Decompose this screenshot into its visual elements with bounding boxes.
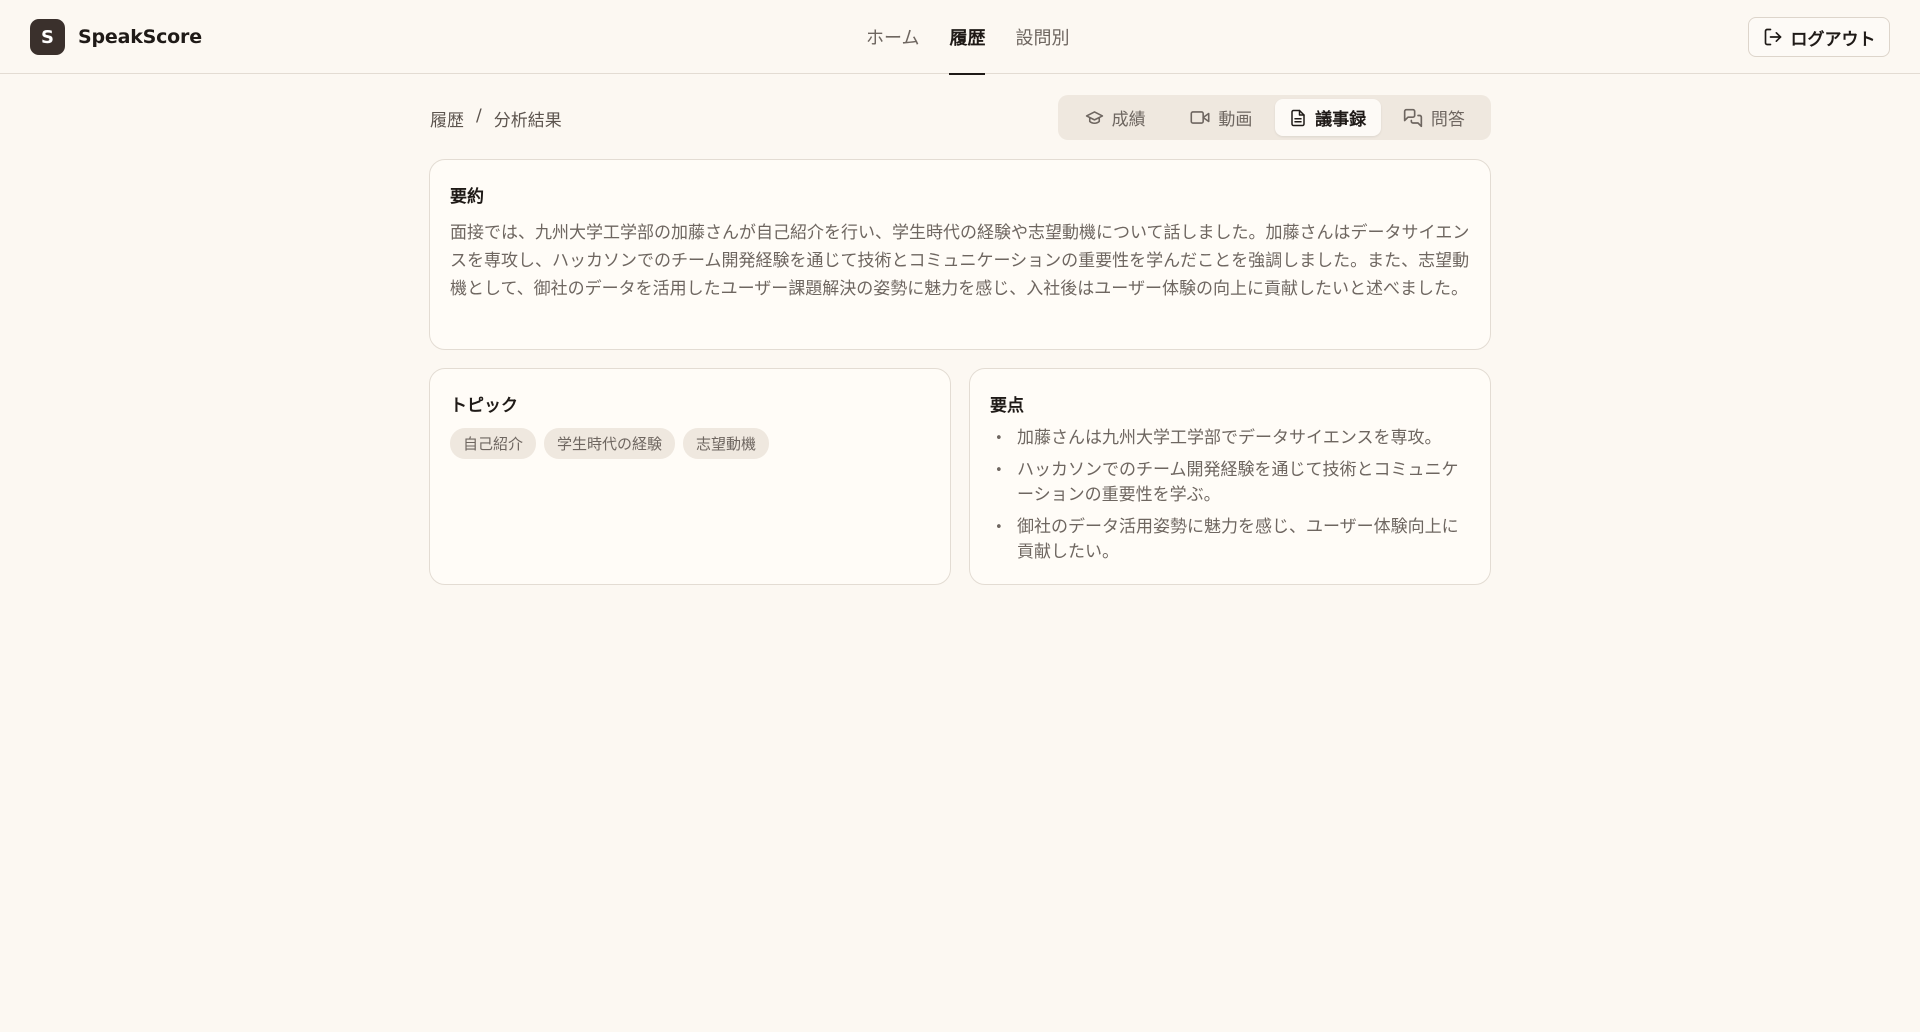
brand-name: SpeakScore [78, 26, 202, 48]
topic-chip: 自己紹介 [450, 428, 537, 459]
tab-grades-label: 成績 [1111, 110, 1146, 130]
breadcrumb: 履歴 / 分析結果 [430, 106, 562, 131]
breadcrumb-current: 分析結果 [493, 111, 562, 131]
brand[interactable]: S SpeakScore [30, 19, 202, 55]
chat-icon [1403, 108, 1423, 128]
topic-chip: 学生時代の経験 [544, 428, 676, 459]
tab-qa-label: 問答 [1430, 110, 1465, 130]
tab-video[interactable]: 動画 [1168, 99, 1274, 136]
topic-chips: 自己紹介 学生時代の経験 志望動機 [450, 428, 930, 459]
summary-title: 要約 [450, 187, 484, 207]
video-icon [1190, 108, 1210, 127]
tab-minutes[interactable]: 議事録 [1274, 99, 1381, 136]
list-item: ハッカソンでのチーム開発経験を通じて技術とコミュニケーションの重要性を学ぶ。 [990, 458, 1470, 508]
breadcrumb-separator: / [476, 106, 482, 126]
document-icon [1289, 108, 1307, 128]
tab-grades[interactable]: 成績 [1062, 99, 1168, 136]
topic-chip: 志望動機 [683, 428, 770, 459]
tab-video-label: 動画 [1218, 110, 1253, 130]
main-nav: ホーム 履歴 設問別 [866, 0, 1099, 75]
tab-qa[interactable]: 問答 [1381, 99, 1487, 136]
top-bar: S SpeakScore ホーム 履歴 設問別 ログアウト [0, 0, 1920, 75]
view-tabs: 成績 動画 議事録 問答 [1058, 95, 1491, 140]
nav-item-history[interactable]: 履歴 [949, 0, 986, 75]
graduation-cap-icon [1085, 108, 1104, 127]
summary-card: 要約 面接では、九州大学工学部の加藤さんが自己紹介を行い、学生時代の経験や志望動… [429, 159, 1491, 350]
tab-minutes-label: 議事録 [1315, 110, 1367, 130]
list-item: 御社のデータ活用姿勢に魅力を感じ、ユーザー体験向上に貢献したい。 [990, 515, 1470, 565]
key-points-card: 要点 加藤さんは九州大学工学部でデータサイエンスを専攻。 ハッカソンでのチーム開… [969, 368, 1491, 585]
key-points-list: 加藤さんは九州大学工学部でデータサイエンスを専攻。 ハッカソンでのチーム開発経験… [990, 426, 1470, 565]
nav-item-home[interactable]: ホーム [866, 0, 919, 74]
logout-button[interactable]: ログアウト [1748, 17, 1890, 57]
brand-logo: S [30, 19, 65, 55]
logout-label: ログアウト [1790, 29, 1876, 49]
topics-title: トピック [450, 396, 518, 416]
breadcrumb-history-link[interactable]: 履歴 [430, 106, 464, 131]
key-points-title: 要点 [990, 396, 1024, 416]
logout-icon [1763, 27, 1783, 47]
topics-card: トピック 自己紹介 学生時代の経験 志望動機 [429, 368, 951, 585]
nav-item-by-question[interactable]: 設問別 [1015, 0, 1069, 74]
list-item: 加藤さんは九州大学工学部でデータサイエンスを専攻。 [990, 426, 1470, 451]
summary-text: 面接では、九州大学工学部の加藤さんが自己紹介を行い、学生時代の経験や志望動機につ… [450, 223, 1470, 299]
